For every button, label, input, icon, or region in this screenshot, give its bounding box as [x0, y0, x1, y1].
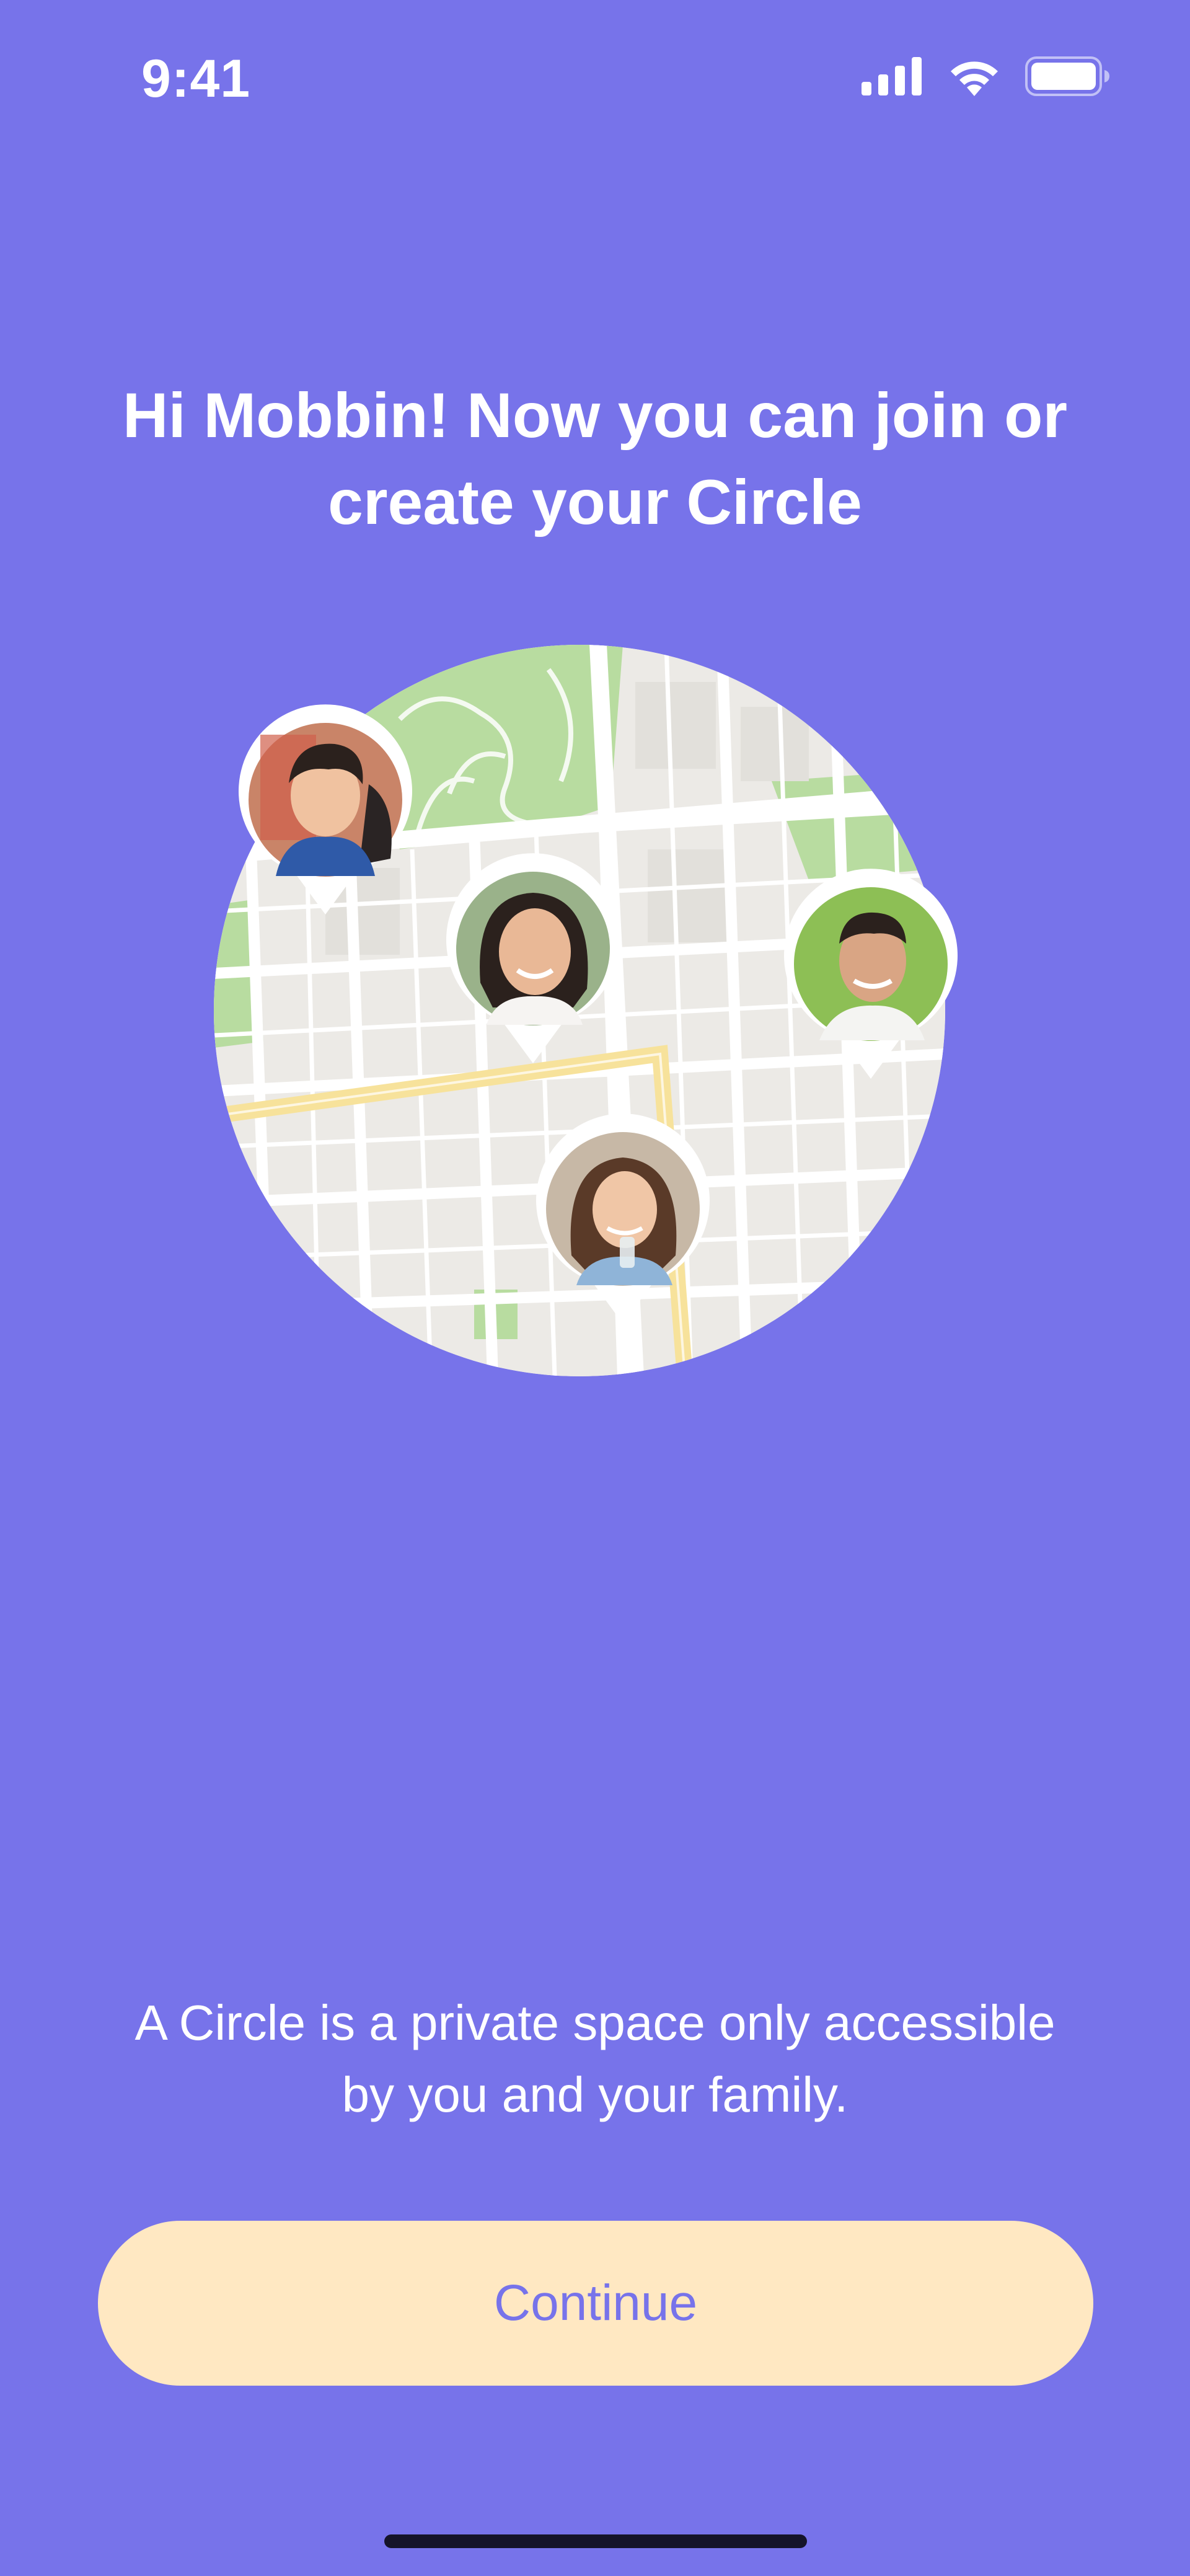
onboarding-screen: 9:41 Hi Mobbin! Now you can join or crea…	[0, 0, 1190, 2576]
status-icons	[862, 56, 1109, 99]
circle-map-illustration	[186, 620, 1004, 1401]
title-line-2: create your Circle	[328, 467, 862, 538]
description-line-2: by you and your family.	[342, 2067, 848, 2122]
page-title: Hi Mobbin! Now you can join or create yo…	[74, 372, 1116, 546]
home-indicator[interactable]	[384, 2534, 807, 2548]
status-time: 9:41	[141, 49, 251, 108]
title-line-1: Hi Mobbin! Now you can join or	[122, 380, 1068, 451]
signal-icon	[862, 56, 923, 99]
status-bar: 9:41	[0, 0, 1190, 155]
continue-button[interactable]: Continue	[98, 2221, 1093, 2386]
wifi-icon	[947, 56, 1002, 99]
member-pin-woman	[443, 853, 623, 1069]
circle-description: A Circle is a private space only accessi…	[74, 1987, 1116, 2131]
battery-icon	[1025, 56, 1109, 99]
member-pin-girl	[533, 1113, 713, 1330]
member-pin-man	[781, 869, 961, 1085]
description-line-1: A Circle is a private space only accessi…	[134, 1995, 1056, 2050]
member-pin-teen-boy	[236, 704, 415, 921]
